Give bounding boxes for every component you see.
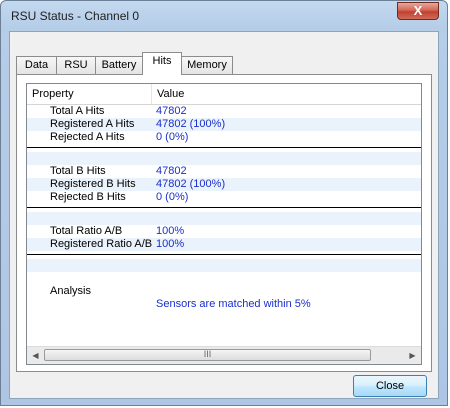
column-header-value[interactable]: Value: [152, 84, 421, 104]
tab-label: Hits: [152, 55, 172, 67]
list-row[interactable]: Total A Hits 47802: [27, 105, 421, 118]
window-close-button[interactable]: X: [397, 2, 439, 20]
list-row[interactable]: Total B Hits 47802: [27, 165, 421, 178]
window-title: RSU Status - Channel 0: [11, 9, 140, 23]
row-value: 0 (0%): [156, 131, 189, 143]
list-row[interactable]: [27, 152, 421, 165]
title-bar[interactable]: RSU Status - Channel 0 X: [1, 1, 447, 29]
list-row[interactable]: Registered B Hits 47802 (100%): [27, 178, 421, 191]
dialog-window: RSU Status - Channel 0 X Data RSU Batter…: [0, 0, 448, 406]
list-row[interactable]: [27, 259, 421, 272]
row-value: 47802: [156, 105, 187, 117]
list-row[interactable]: Rejected A Hits 0 (0%): [27, 131, 421, 144]
row-value: Sensors are matched within 5%: [156, 298, 311, 310]
tab-label: RSU: [64, 59, 88, 71]
row-value: 47802: [156, 165, 187, 177]
row-property: Total B Hits: [50, 165, 106, 177]
scroll-right-arrow-icon[interactable]: ▶: [404, 347, 421, 364]
group-divider: [27, 251, 421, 259]
row-property: Rejected A Hits: [50, 131, 125, 143]
row-value: 100%: [156, 238, 185, 250]
close-button[interactable]: Close: [353, 375, 427, 397]
scroll-thumb[interactable]: III: [44, 349, 371, 361]
list-row[interactable]: [27, 212, 421, 225]
row-property: Registered Ratio A/B: [50, 238, 153, 250]
list-row[interactable]: Total Ratio A/B 100%: [27, 225, 421, 238]
column-header-property[interactable]: Property: [27, 84, 152, 104]
row-property: Registered A Hits: [50, 118, 135, 130]
scroll-left-arrow-icon[interactable]: ◀: [27, 347, 44, 364]
grip-icon: III: [203, 349, 212, 359]
row-value: 0 (0%): [156, 191, 189, 203]
close-icon: X: [413, 3, 423, 18]
tab-data[interactable]: Data: [16, 56, 57, 74]
list-row[interactable]: Registered A Hits 47802 (100%): [27, 118, 421, 131]
row-property: Rejected B Hits: [50, 191, 126, 203]
tab-battery[interactable]: Battery: [95, 56, 143, 74]
tab-memory[interactable]: Memory: [181, 56, 233, 74]
row-value: 47802 (100%): [156, 118, 226, 130]
list-header: Property Value: [27, 84, 421, 105]
hits-list-view[interactable]: Property Value Total A Hits 47802 Regist…: [26, 83, 422, 365]
row-value: 100%: [156, 225, 185, 237]
row-property: Total A Hits: [50, 105, 105, 117]
tab-label: Battery: [101, 59, 137, 71]
tab-rsu[interactable]: RSU: [56, 56, 96, 74]
list-rows: Total A Hits 47802 Registered A Hits 478…: [27, 105, 421, 311]
list-row[interactable]: Registered Ratio A/B 100%: [27, 238, 421, 251]
row-property: Analysis: [50, 285, 91, 297]
tab-label: Memory: [187, 59, 227, 71]
tab-label: Data: [24, 59, 49, 71]
dialog-client-area: Data RSU Battery Hits Memory Property Va…: [9, 31, 439, 399]
group-divider: [27, 204, 421, 212]
row-property: Registered B Hits: [50, 178, 136, 190]
row-property: Total Ratio A/B: [50, 225, 123, 237]
row-value: 47802 (100%): [156, 178, 226, 190]
list-row[interactable]: [27, 272, 421, 285]
list-row[interactable]: Rejected B Hits 0 (0%): [27, 191, 421, 204]
tab-hits[interactable]: Hits: [142, 52, 182, 75]
list-row[interactable]: Sensors are matched within 5%: [27, 298, 421, 311]
hits-tab-panel: Property Value Total A Hits 47802 Regist…: [16, 74, 432, 372]
group-divider: [27, 144, 421, 152]
list-row[interactable]: Analysis: [27, 285, 421, 298]
horizontal-scrollbar[interactable]: ◀ III ▶: [27, 346, 421, 364]
